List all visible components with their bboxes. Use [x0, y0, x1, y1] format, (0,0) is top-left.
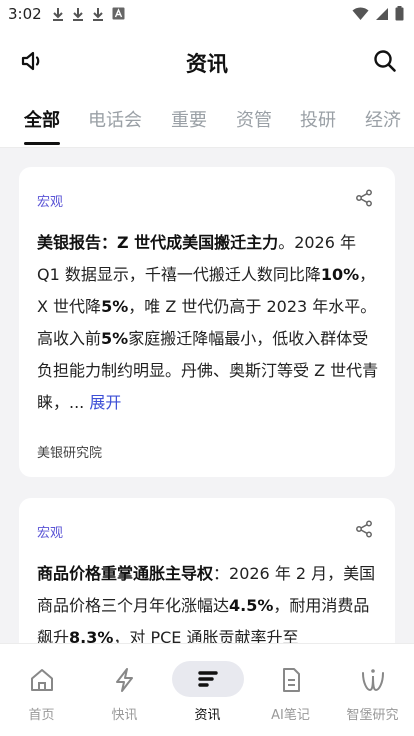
card-highlight: 5%: [101, 329, 129, 348]
home-icon: [30, 669, 53, 691]
nav-home[interactable]: 首页: [0, 644, 83, 724]
tab-important[interactable]: 重要: [171, 106, 207, 132]
nav-research-label: 智堡研究: [346, 708, 399, 723]
tab-economy[interactable]: 经济: [365, 106, 401, 132]
nav-research[interactable]: 智堡研究: [331, 644, 414, 724]
nav-ai-notes[interactable]: AI笔记: [249, 644, 332, 724]
status-time: 3:02: [8, 5, 42, 23]
nav-ai-notes-label: AI笔记: [271, 708, 310, 723]
signal-icon: [376, 7, 388, 20]
card-highlight: 8.3%: [69, 628, 114, 643]
system-icons: [352, 6, 404, 21]
tab-investment-research[interactable]: 投研: [300, 106, 336, 132]
card-highlight: 10%: [320, 265, 360, 284]
wifi-icon: [352, 7, 369, 20]
card-headline: 商品价格重掌通胀主导权: [37, 564, 214, 583]
nav-news[interactable]: 资讯: [166, 644, 249, 724]
category-tabs: 全部 电话会 重要 资管 投研 经济: [0, 92, 414, 148]
card-source: 美银研究院: [37, 446, 103, 461]
card-highlight: 4.5%: [229, 596, 274, 615]
app-bar: 资讯: [0, 30, 414, 92]
card-highlight: 5%: [101, 297, 129, 316]
lightning-icon: [115, 668, 133, 692]
download-icon: [93, 8, 103, 21]
nav-news-label: 资讯: [194, 708, 221, 723]
page-title: 资讯: [186, 52, 228, 76]
bottom-navigation: 首页 快讯 资讯 AI笔记 智堡研究: [0, 643, 414, 736]
nav-flash-news-label: 快讯: [111, 708, 138, 723]
card-body[interactable]: 商品价格重掌通胀主导权：2026 年 2 月，美国商品价格三个月年化涨幅达4.5…: [37, 558, 379, 643]
card-body[interactable]: 美银报告：Z 世代成美国搬迁主力。2026 年 Q1 数据显示，千禧一代搬迁人数…: [37, 227, 379, 419]
news-feed[interactable]: 宏观 美银报告：Z 世代成美国搬迁主力。2026 年 Q1 数据显示，千禧一代搬…: [0, 149, 414, 643]
card-headline: 美银报告：Z 世代成美国搬迁主力: [37, 233, 279, 252]
notification-icons: [52, 7, 125, 21]
app-notification-icon: [112, 7, 125, 20]
news-card[interactable]: 宏观 美银报告：Z 世代成美国搬迁主力。2026 年 Q1 数据显示，千禧一代搬…: [19, 167, 395, 477]
card-category[interactable]: 宏观: [37, 522, 63, 541]
download-icon: [73, 8, 83, 21]
search-icon[interactable]: [372, 48, 398, 74]
nav-home-label: 首页: [28, 708, 55, 723]
battery-icon: [395, 6, 404, 21]
download-icon: [53, 8, 63, 21]
expand-link[interactable]: 展开: [89, 393, 121, 412]
news-card[interactable]: 宏观 商品价格重掌通胀主导权：2026 年 2 月，美国商品价格三个月年化涨幅达…: [19, 498, 395, 643]
tab-all[interactable]: 全部: [24, 106, 60, 132]
share-icon[interactable]: [355, 520, 373, 538]
research-icon: [361, 669, 384, 692]
news-icon: [197, 671, 218, 687]
note-icon: [282, 668, 300, 692]
status-bar: 3:02: [0, 0, 414, 30]
tab-asset-management[interactable]: 资管: [236, 106, 272, 132]
card-category[interactable]: 宏观: [37, 191, 63, 210]
card-text: ，对 PCE 通胀贡献率升至: [113, 628, 299, 643]
nav-flash-news[interactable]: 快讯: [83, 644, 166, 724]
share-icon[interactable]: [355, 189, 373, 207]
tab-active-indicator: [24, 142, 60, 145]
tab-conference-call[interactable]: 电话会: [88, 106, 142, 132]
